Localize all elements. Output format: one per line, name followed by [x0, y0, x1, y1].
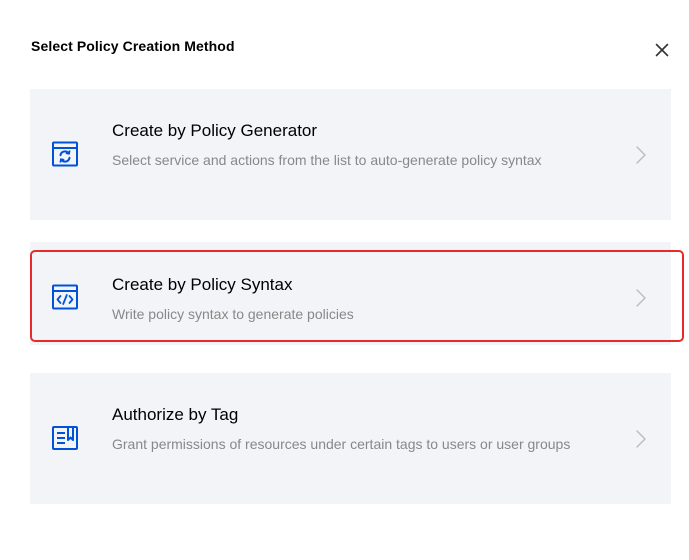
option-description: Select service and actions from the list…	[112, 152, 542, 168]
option-policy-syntax[interactable]: Create by Policy Syntax Write policy syn…	[30, 242, 671, 345]
option-text: Create by Policy Syntax Write policy syn…	[112, 274, 592, 326]
code-syntax-icon	[52, 284, 78, 310]
option-title: Create by Policy Generator	[112, 121, 318, 140]
option-description: Grant permissions of resources under cer…	[112, 436, 571, 452]
policy-generator-icon	[52, 141, 78, 167]
option-title: Create by Policy Syntax	[112, 275, 293, 294]
close-button[interactable]	[652, 40, 672, 60]
option-description: Write policy syntax to generate policies	[112, 306, 354, 322]
option-text: Authorize by Tag Grant permissions of re…	[112, 404, 592, 456]
close-icon	[655, 43, 669, 57]
policy-creation-dialog: Select Policy Creation Method Create by …	[0, 0, 689, 560]
option-authorize-by-tag[interactable]: Authorize by Tag Grant permissions of re…	[30, 373, 671, 504]
chevron-right-icon	[636, 146, 646, 164]
tag-document-icon	[52, 426, 78, 450]
option-text: Create by Policy Generator Select servic…	[112, 120, 592, 172]
option-title: Authorize by Tag	[112, 405, 239, 424]
dialog-title: Select Policy Creation Method	[31, 38, 235, 54]
chevron-right-icon	[636, 430, 646, 448]
chevron-right-icon	[636, 289, 646, 307]
option-policy-generator[interactable]: Create by Policy Generator Select servic…	[30, 89, 671, 220]
